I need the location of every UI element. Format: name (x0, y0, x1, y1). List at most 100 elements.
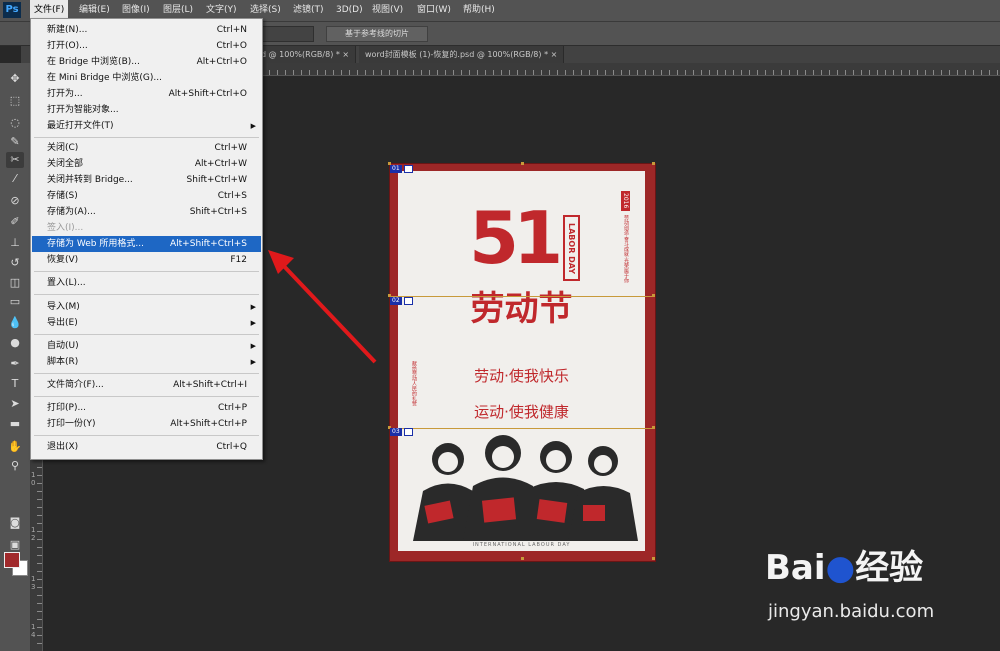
shape-tool-icon[interactable]: ▬ (6, 416, 24, 432)
slice-number-label: 02 (390, 297, 402, 305)
poster-slogan-2: 运动·使我健康 (474, 403, 569, 421)
slice-handle[interactable] (521, 557, 524, 560)
type-tool-icon[interactable]: T (6, 376, 24, 392)
poster-slogan-1: 劳动·使我快乐 (474, 367, 569, 385)
poster-labor-day: LABOR DAY (563, 215, 580, 281)
photoshop-logo: Ps (3, 2, 21, 18)
poster-number: 51 (469, 196, 563, 280)
ruler-number: 0 (31, 479, 36, 487)
menu-item-exit[interactable]: 退出(X) Ctrl+Q (32, 439, 261, 455)
submenu-arrow-icon: ▶ (250, 303, 256, 311)
tab-document-2[interactable]: word封面模板 (1)-恢复的.psd @ 100%(RGB/8) * × (359, 46, 565, 63)
quick-select-tool-icon[interactable]: ✎ (6, 134, 24, 150)
slice-handle[interactable] (652, 162, 655, 165)
slice-handle[interactable] (652, 426, 655, 429)
submenu-arrow-icon: ▶ (250, 319, 256, 327)
submenu-arrow-icon: ▶ (250, 342, 256, 350)
slice-handle[interactable] (652, 294, 655, 297)
menu-item-close-go-bridge[interactable]: 关闭并转到 Bridge... Shift+Ctrl+W (32, 172, 261, 188)
menu-item-scripts[interactable]: 脚本(R) ▶ (32, 354, 261, 370)
move-tool-icon[interactable]: ✥ (6, 71, 24, 87)
slice-badge-icon (404, 297, 413, 305)
foreground-color-swatch[interactable] (4, 552, 20, 568)
menu-item-close[interactable]: 关闭(C) Ctrl+W (32, 140, 261, 156)
slice-number-label: 03 (390, 428, 402, 436)
slice-handle[interactable] (652, 557, 655, 560)
menu-item-automate[interactable]: 自动(U) ▶ (32, 338, 261, 354)
poster-side-text: 劳动创造·奋斗成就·光荣属于你 (623, 215, 629, 284)
eraser-tool-icon[interactable]: ◫ (6, 275, 24, 291)
poster-year: 2016 (621, 191, 630, 211)
slice-number-label: 01 (390, 165, 402, 173)
menu-item-print[interactable]: 打印(P)... Ctrl+P (32, 400, 261, 416)
blur-tool-icon[interactable]: 💧 (6, 315, 24, 331)
slice-tool-icon[interactable]: ✂ (6, 152, 24, 168)
menu-item-browse-mini-bridge[interactable]: 在 Mini Bridge 中浏览(G)... (32, 70, 261, 86)
ruler-number: 1 (31, 575, 36, 583)
menu-item-check-in: 签入(I)... (47, 223, 84, 233)
path-select-tool-icon[interactable]: ➤ (6, 396, 24, 412)
slice-badge-icon (404, 165, 413, 173)
menu-item-recent-files[interactable]: 最近打开文件(T) ▶ (32, 118, 261, 134)
ruler-number: 1 (31, 526, 36, 534)
red-arrow-annotation (268, 250, 377, 364)
zoom-tool-icon[interactable]: ⚲ (6, 458, 24, 474)
poster-title: 劳动节 (470, 289, 573, 329)
ruler-number: 4 (31, 631, 36, 639)
menu-item-save[interactable]: 存储(S) Ctrl+S (32, 188, 261, 204)
gradient-tool-icon[interactable]: ▭ (6, 294, 24, 310)
menu-item-open-smart-object[interactable]: 打开为智能对象... (32, 102, 261, 118)
menu-item-file-info[interactable]: 文件简介(F)... Alt+Shift+Ctrl+I (32, 377, 261, 393)
watermark-logo: Bai●经验 (765, 548, 924, 588)
healing-brush-tool-icon[interactable]: ⊘ (6, 193, 24, 209)
ruler-number: 2 (31, 534, 36, 542)
menu-item-open-as[interactable]: 打开为... Alt+Shift+Ctrl+O (32, 86, 261, 102)
slice-guide (389, 428, 654, 429)
tools-panel: ✥ ⬚ ◌ ✎ ✂ ⁄ ⊘ ✐ ⊥ ↺ ◫ ▭ 💧 ● ✒ T ➤ ▬ ✋ ⚲ … (0, 63, 31, 651)
menu-help[interactable]: 帮助(H) (459, 0, 499, 21)
eyedropper-tool-icon[interactable]: ⁄ (6, 171, 24, 187)
file-menu-dropdown: 新建(N)... Ctrl+N 打开(O)... Ctrl+O 在 Bridge 中… (30, 18, 263, 460)
hand-tool-icon[interactable]: ✋ (6, 439, 24, 455)
baidu-jingyan-watermark: Bai●经验 jingyan.baidu.com (765, 540, 995, 635)
ruler-number: 1 (31, 623, 36, 631)
poster-artwork: 51 LABOR DAY 2016 劳动创造·奋斗成就·光荣属于你 献给劳动人民… (398, 171, 645, 551)
dodge-tool-icon[interactable]: ● (6, 335, 24, 351)
menu-item-new[interactable]: 新建(N)... Ctrl+N (32, 22, 261, 38)
stamp-tool-icon[interactable]: ⊥ (6, 235, 24, 251)
menu-item-save-as[interactable]: 存储为(A)... Shift+Ctrl+S (32, 204, 261, 220)
menu-window[interactable]: 窗口(W) (413, 0, 455, 21)
slices-from-guides-button[interactable]: 基于参考线的切片 (326, 26, 428, 42)
screen-mode-icon[interactable]: ▣ (6, 537, 24, 553)
submenu-arrow-icon: ▶ (250, 358, 256, 366)
menu-item-close-all[interactable]: 关闭全部 Alt+Ctrl+W (32, 156, 261, 172)
tab-document-1[interactable]: d @ 100%(RGB/8) * × (255, 46, 357, 63)
brush-tool-icon[interactable]: ✐ (6, 214, 24, 230)
history-brush-tool-icon[interactable]: ↺ (6, 255, 24, 271)
ruler-number: 3 (31, 583, 36, 591)
pen-tool-icon[interactable]: ✒ (6, 356, 24, 372)
watermark-url: jingyan.baidu.com (768, 601, 935, 622)
quick-mask-icon[interactable]: ◙ (6, 515, 24, 531)
menu-item-revert[interactable]: 恢复(V) F12 (32, 252, 261, 268)
menu-item-open[interactable]: 打开(O)... Ctrl+O (32, 38, 261, 54)
menu-item-browse-bridge[interactable]: 在 Bridge 中浏览(B)... Alt+Ctrl+O (32, 54, 261, 70)
slice-guide (389, 296, 654, 297)
poster-footer: INTERNATIONAL LABOUR DAY (472, 542, 571, 548)
menu-item-save-for-web[interactable]: 存储为 Web 所用格式... Alt+Shift+Ctrl+S (32, 236, 261, 252)
menu-3d[interactable]: 3D(D) (332, 0, 367, 21)
menu-view[interactable]: 视图(V) (368, 0, 407, 21)
menu-item-export[interactable]: 导出(E) ▶ (32, 315, 261, 331)
menu-item-place[interactable]: 置入(L)... (32, 275, 261, 291)
menu-item-print-one-copy[interactable]: 打印一份(Y) Alt+Shift+Ctrl+P (32, 416, 261, 432)
submenu-arrow-icon: ▶ (250, 122, 256, 130)
menu-item-import[interactable]: 导入(M) ▶ (32, 299, 261, 315)
ruler-number: 1 (31, 471, 36, 479)
menu-filter[interactable]: 滤镜(T) (289, 0, 328, 21)
slice-handle[interactable] (521, 162, 524, 165)
marquee-tool-icon[interactable]: ⬚ (6, 93, 24, 109)
lasso-tool-icon[interactable]: ◌ (6, 115, 24, 131)
slice-badge-icon (404, 428, 413, 436)
options-field[interactable] (262, 26, 314, 42)
workers-illustration (413, 435, 638, 541)
